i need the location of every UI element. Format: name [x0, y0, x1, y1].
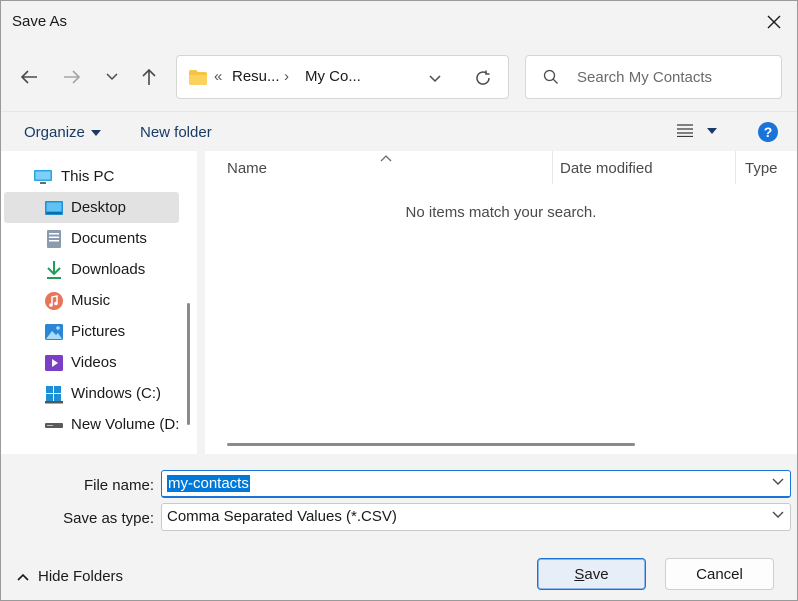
refresh-button[interactable] — [474, 69, 492, 91]
refresh-icon — [476, 70, 490, 85]
document-icon — [47, 230, 61, 248]
sidebar-item-label: Music — [71, 292, 111, 309]
sidebar-item-label: Desktop — [71, 199, 127, 216]
search-icon — [543, 69, 558, 84]
save-button[interactable]: Save — [537, 558, 646, 590]
save-button-label: Save — [574, 565, 609, 583]
caret-down-icon — [90, 129, 101, 136]
new-folder-button[interactable]: New folder — [140, 124, 212, 141]
file-list-horizontal-scrollbar[interactable] — [227, 443, 635, 446]
sidebar-item-label: This PC — [61, 168, 115, 185]
navigation-pane-scrollbar[interactable] — [187, 303, 190, 425]
column-header-name[interactable]: Name — [227, 160, 267, 194]
chevron-down-icon — [106, 73, 118, 81]
window-title: Save As — [12, 13, 68, 30]
breadcrumb-separator[interactable]: › — [284, 68, 289, 85]
recent-locations-button[interactable] — [98, 63, 126, 91]
navigation-pane: This PC Desktop Documents Downloads Musi… — [1, 151, 197, 454]
address-overflow[interactable]: « — [214, 68, 222, 85]
sidebar-item-windows-c[interactable]: Windows (C:) — [4, 378, 179, 409]
sidebar-item-documents[interactable]: Documents — [4, 223, 179, 254]
hide-folders-button[interactable]: Hide Folders — [17, 568, 123, 585]
save-as-dialog: Save As « Resu... › My Co... Search My C… — [0, 0, 798, 601]
sidebar-item-label: Videos — [71, 354, 117, 371]
file-name-value[interactable]: my-contacts — [167, 475, 250, 492]
file-name-label: File name: — [83, 477, 154, 494]
forward-button[interactable] — [58, 63, 86, 91]
cancel-button[interactable]: Cancel — [665, 558, 774, 590]
organize-button[interactable]: Organize — [24, 124, 101, 141]
save-as-type-value: Comma Separated Values (*.CSV) — [167, 508, 397, 525]
dialog-footer: Hide Folders Save Cancel — [1, 542, 797, 600]
empty-message: No items match your search. — [405, 204, 597, 221]
close-button[interactable] — [751, 1, 797, 43]
save-as-type-label: Save as type: — [63, 510, 154, 527]
breadcrumb-my-contacts[interactable]: My Co... — [305, 68, 361, 85]
search-placeholder[interactable]: Search My Contacts — [577, 69, 712, 86]
sidebar-item-label: Downloads — [71, 261, 146, 278]
view-options-button[interactable] — [677, 124, 717, 137]
organize-label: Organize — [24, 124, 85, 141]
chevron-down-icon[interactable] — [772, 511, 784, 519]
download-icon — [47, 261, 61, 279]
command-bar: Organize New folder ? — [1, 111, 797, 151]
chevron-down-icon[interactable] — [772, 478, 784, 486]
file-list: Name Date modified Type No items match y… — [205, 151, 797, 454]
sidebar-item-this-pc[interactable]: This PC — [4, 161, 179, 192]
sidebar-item-pictures[interactable]: Pictures — [4, 316, 179, 347]
arrow-right-icon — [64, 70, 81, 84]
close-icon — [767, 15, 781, 29]
search-box[interactable]: Search My Contacts — [525, 55, 782, 99]
address-bar[interactable]: « Resu... › My Co... — [176, 55, 509, 99]
folder-icon — [189, 70, 207, 85]
music-icon — [45, 292, 63, 310]
help-button[interactable]: ? — [758, 122, 778, 142]
chevron-down-icon — [429, 75, 441, 83]
sidebar-item-label: Windows (C:) — [71, 385, 162, 402]
picture-icon — [45, 324, 63, 340]
desktop-icon — [45, 201, 63, 215]
column-header-date-modified[interactable]: Date modified — [560, 160, 653, 194]
drive-icon — [45, 423, 63, 428]
sidebar-item-label: New Volume (D: — [71, 416, 180, 433]
arrow-left-icon — [20, 70, 37, 84]
sidebar-item-music[interactable]: Music — [4, 285, 179, 316]
save-as-type-select[interactable]: Comma Separated Values (*.CSV) — [161, 503, 791, 531]
chevron-up-icon — [380, 155, 392, 162]
navigation-bar: « Resu... › My Co... Search My Contacts — [1, 43, 797, 111]
caret-down-icon — [707, 127, 717, 134]
title-bar: Save As — [1, 1, 797, 43]
up-button[interactable] — [135, 63, 163, 91]
chevron-up-icon — [17, 573, 29, 581]
sidebar-item-videos[interactable]: Videos — [4, 347, 179, 378]
sidebar-item-new-volume-d[interactable]: New Volume (D: — [4, 409, 179, 440]
sidebar-item-downloads[interactable]: Downloads — [4, 254, 179, 285]
help-icon: ? — [763, 124, 773, 140]
breadcrumb-resumes[interactable]: Resu... — [232, 68, 280, 85]
sidebar-item-label: Documents — [71, 230, 147, 247]
monitor-icon — [34, 170, 52, 184]
cancel-button-label: Cancel — [696, 565, 743, 583]
arrow-up-icon — [142, 68, 156, 85]
back-button[interactable] — [15, 63, 43, 91]
list-view-icon — [677, 124, 693, 137]
column-divider[interactable] — [735, 151, 736, 184]
sidebar-item-desktop[interactable]: Desktop — [4, 192, 179, 223]
column-divider[interactable] — [552, 151, 553, 184]
file-name-field[interactable]: my-contacts — [161, 470, 791, 498]
drive-icon — [45, 386, 63, 404]
save-fields: File name: my-contacts Save as type: Com… — [1, 454, 797, 542]
hide-folders-label: Hide Folders — [38, 568, 124, 585]
sidebar-item-label: Pictures — [71, 323, 126, 340]
column-header-type[interactable]: Type — [745, 160, 778, 194]
address-dropdown-button[interactable] — [429, 70, 441, 87]
sort-indicator — [380, 149, 392, 166]
video-icon — [45, 355, 63, 371]
